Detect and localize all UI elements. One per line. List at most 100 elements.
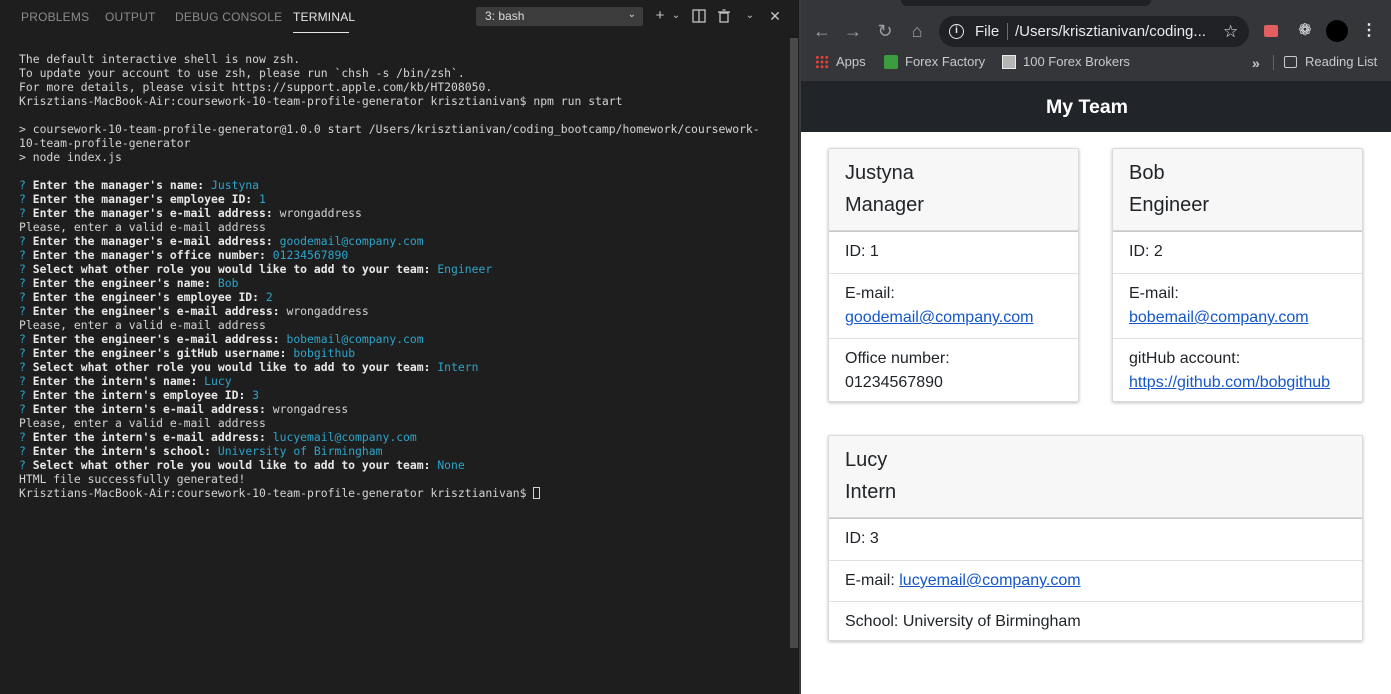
prompt-marker: ? [19, 444, 33, 458]
bookmarks-overflow-icon[interactable]: » [1252, 55, 1260, 71]
chevron-up-icon[interactable]: ⌄ [740, 6, 760, 26]
employee-card-manager: Justyna Manager ID: 1 E-mail: goodemail@… [828, 148, 1079, 402]
extension-icon[interactable] [1264, 25, 1278, 37]
browser-window: ← → ↻ ⌂ i File /Users/krisztianivan/codi… [801, 0, 1391, 694]
close-icon[interactable]: ✕ [765, 6, 785, 26]
tab-problems[interactable]: PROBLEMS [21, 10, 89, 24]
prompt-question: Enter the intern's e-mail address: [32, 430, 273, 444]
kebab-menu-icon[interactable]: ⋮ [1359, 21, 1379, 41]
prompt-answer: Engineer [437, 262, 493, 276]
prompt-question: Enter the intern's school: [32, 444, 218, 458]
email-link[interactable]: lucyemail@company.com [899, 572, 1080, 589]
terminal-text: Please, enter a valid e-mail address [19, 318, 266, 332]
prompt-marker: ? [19, 360, 33, 374]
terminal-scrollbar[interactable] [790, 38, 798, 648]
chevron-down-icon: ⌄ [627, 9, 636, 20]
reading-list-label: Reading List [1305, 54, 1378, 69]
terminal-select[interactable]: 3: bash ⌄ [476, 7, 643, 26]
trash-icon[interactable] [714, 6, 734, 26]
terminal-text: HTML file successfully generated! [19, 472, 246, 486]
employee-role: Intern [845, 481, 897, 503]
terminal-line: HTML file successfully generated! [19, 472, 789, 486]
tab-debug-console[interactable]: DEBUG CONSOLE [175, 10, 282, 24]
prompt-marker: ? [19, 290, 33, 304]
employee-role: Manager [845, 194, 924, 216]
office-number-row: Office number: 01234567890 [829, 338, 1078, 401]
prompt-marker: ? [19, 332, 33, 346]
prompt-marker: ? [19, 430, 33, 444]
prompt-answer: lucyemail@company.com [272, 430, 417, 444]
info-icon[interactable]: i [949, 24, 964, 39]
panel-tab-bar: PROBLEMS OUTPUT DEBUG CONSOLE TERMINAL 3… [0, 0, 799, 36]
terminal-line: ? Select what other role you would like … [19, 360, 789, 374]
home-icon[interactable]: ⌂ [905, 20, 929, 44]
prompt-marker: ? [19, 346, 33, 360]
terminal-text: wrongaddress [279, 206, 362, 220]
terminal-line: ? Select what other role you would like … [19, 458, 789, 472]
prompt-answer: 1 [259, 192, 266, 206]
bookmarks-divider [1273, 55, 1274, 70]
terminal-line: ? Select what other role you would like … [19, 262, 789, 276]
prompt-question: Enter the manager's office number: [32, 248, 273, 262]
prompt-answer: 3 [252, 388, 260, 402]
reading-list[interactable]: Reading List [1284, 54, 1377, 69]
prompt-marker: ? [19, 458, 33, 472]
terminal-line: ? Enter the engineer's name: Bob [19, 276, 789, 290]
bookmark-100-forex-brokers[interactable]: 100 Forex Brokers [1002, 54, 1130, 69]
terminal-text: > node index.js [19, 150, 122, 164]
terminal-line: > node index.js [19, 150, 789, 164]
tab-output[interactable]: OUTPUT [105, 10, 156, 24]
prompt-answer: Lucy [204, 374, 232, 388]
prompt-marker: ? [19, 234, 33, 248]
address-bar[interactable]: i File /Users/krisztianivan/coding... ☆ [939, 16, 1249, 47]
split-icon[interactable] [689, 6, 709, 26]
github-row: gitHub account: https://github.com/bobgi… [1113, 338, 1362, 401]
terminal-line: > coursework-10-team-profile-generator@1… [19, 122, 789, 136]
prompt-answer: Intern [437, 360, 479, 374]
prompt-marker: ? [19, 304, 33, 318]
employee-email-row: E-mail: bobemail@company.com [1113, 273, 1362, 338]
prompt-question: Enter the engineer's e-mail address: [32, 304, 287, 318]
terminal-select-value: 3: bash [485, 9, 525, 23]
terminal-text: To update your account to use zsh, pleas… [19, 66, 465, 80]
terminal-text: The default interactive shell is now zsh… [19, 52, 301, 66]
terminal-line: ? Enter the manager's e-mail address: wr… [19, 206, 789, 220]
prompt-marker: ? [19, 374, 33, 388]
bookmark-label: Apps [836, 54, 866, 69]
prompt-marker: ? [19, 178, 33, 192]
forward-icon[interactable]: → [841, 20, 865, 44]
email-link[interactable]: goodemail@company.com [845, 309, 1033, 326]
bookmark-forex-factory[interactable]: Forex Factory [884, 54, 985, 69]
chevron-down-icon[interactable]: ⌄ [666, 6, 686, 26]
github-link[interactable]: https://github.com/bobgithub [1129, 374, 1330, 391]
terminal-output[interactable]: The default interactive shell is now zsh… [19, 52, 789, 500]
email-label: E-mail: [845, 285, 895, 302]
email-label: E-mail: [845, 572, 895, 589]
terminal-line: ? Enter the manager's name: Justyna [19, 178, 789, 192]
reload-icon[interactable]: ↻ [873, 20, 897, 44]
employee-id: ID: 3 [845, 530, 879, 547]
terminal-line: The default interactive shell is now zsh… [19, 52, 789, 66]
terminal-line: ? Enter the engineer's gitHub username: … [19, 346, 789, 360]
tab-terminal[interactable]: TERMINAL [293, 10, 355, 24]
bookmark-star-icon[interactable]: ☆ [1223, 16, 1238, 47]
prompt-question: Enter the intern's employee ID: [32, 388, 253, 402]
prompt-question: Enter the engineer's e-mail address: [32, 332, 287, 346]
office-number-value: 01234567890 [845, 374, 943, 391]
forex-factory-icon [884, 54, 898, 69]
card-body: ID: 3 E-mail: lucyemail@company.com Scho… [829, 518, 1362, 640]
terminal-line: ? Enter the intern's e-mail address: wro… [19, 402, 789, 416]
page-header: My Team [801, 81, 1391, 132]
terminal-line: ? Enter the engineer's e-mail address: b… [19, 332, 789, 346]
profile-avatar[interactable] [1326, 20, 1348, 42]
card-header: Lucy Intern [829, 436, 1362, 518]
address-url: /Users/krisztianivan/coding... [1015, 23, 1206, 40]
extensions-puzzle-icon[interactable]: ❁ [1295, 21, 1315, 41]
apps-grid-icon [815, 54, 829, 69]
bookmark-apps[interactable]: Apps [815, 54, 866, 69]
email-link[interactable]: bobemail@company.com [1129, 309, 1309, 326]
terminal-text: For more details, please visit https://s… [19, 80, 493, 94]
terminal-line: ? Enter the manager's e-mail address: go… [19, 234, 789, 248]
back-icon[interactable]: ← [810, 20, 834, 44]
